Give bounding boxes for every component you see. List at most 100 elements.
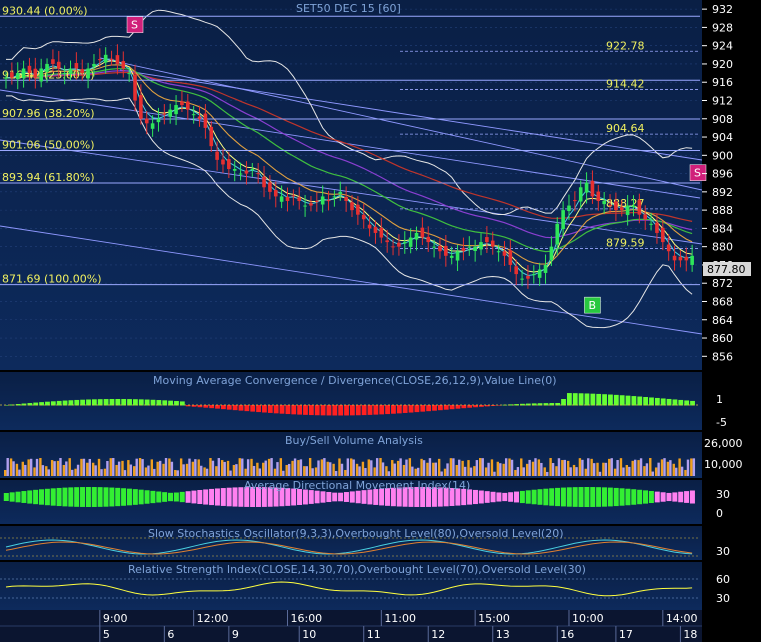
candle-body bbox=[385, 240, 389, 243]
buy-volume-bar bbox=[364, 468, 367, 476]
sell-volume-bar bbox=[690, 458, 693, 476]
buy-volume-bar bbox=[475, 460, 479, 476]
sell-volume-bar bbox=[68, 458, 71, 476]
buy-volume-bar bbox=[29, 458, 33, 476]
buy-volume-bar bbox=[147, 465, 150, 476]
macd-bar bbox=[350, 405, 355, 416]
adx-bar bbox=[684, 491, 690, 503]
macd-bar bbox=[391, 405, 396, 414]
y-tick-label: 892 bbox=[712, 186, 733, 199]
sell-volume-bar bbox=[80, 458, 83, 476]
adx-bar bbox=[361, 490, 367, 504]
adx-bar bbox=[537, 489, 543, 505]
sell-volume-bar bbox=[420, 458, 423, 476]
candle-body bbox=[285, 196, 290, 201]
sell-volume-bar bbox=[437, 458, 441, 476]
candle-body bbox=[150, 123, 155, 129]
buy-volume-bar bbox=[106, 460, 109, 476]
macd-bar bbox=[426, 405, 432, 412]
adx-bar bbox=[666, 492, 672, 502]
sell-volume-bar bbox=[660, 459, 664, 476]
sell-volume-bar bbox=[197, 459, 200, 476]
macd-bar bbox=[420, 405, 426, 412]
y-tick-label: 912 bbox=[712, 94, 733, 107]
candle-body bbox=[4, 77, 8, 79]
candle-body bbox=[655, 222, 659, 233]
sell-volume-bar bbox=[215, 466, 218, 476]
macd-bar bbox=[209, 405, 215, 409]
macd-bar bbox=[244, 405, 250, 412]
buy-volume-bar bbox=[393, 463, 396, 476]
candle-body bbox=[391, 246, 395, 248]
adx-bar bbox=[115, 487, 121, 507]
candle-body bbox=[578, 187, 583, 202]
buy-volume-bar bbox=[229, 470, 232, 476]
sell-volume-bar bbox=[179, 458, 183, 476]
sell-volume-bar bbox=[133, 466, 136, 476]
y-tick-label: 880 bbox=[712, 241, 733, 254]
candle-body bbox=[619, 207, 624, 211]
sell-volume-bar bbox=[303, 466, 306, 476]
candle-body bbox=[666, 244, 671, 252]
macd-bar bbox=[596, 393, 602, 406]
buy-volume-bar bbox=[82, 458, 86, 476]
adx-bar bbox=[320, 491, 326, 503]
volume-title: Buy/Sell Volume Analysis bbox=[285, 434, 423, 447]
day-tick-label: 13 bbox=[496, 628, 510, 641]
candle-body bbox=[338, 191, 343, 194]
buy-volume-bar bbox=[628, 466, 631, 476]
buy-volume-bar bbox=[311, 468, 314, 476]
time-tick-label: 14:00 bbox=[666, 612, 698, 625]
macd-bar bbox=[238, 405, 244, 411]
candle-body bbox=[51, 59, 55, 64]
buy-volume-bar bbox=[417, 467, 420, 476]
candle-body bbox=[227, 159, 231, 170]
candle-body bbox=[467, 246, 472, 248]
y-tick-label: 932 bbox=[712, 3, 733, 16]
candle-body bbox=[402, 242, 407, 244]
candle-body bbox=[426, 236, 431, 243]
buy-volume-bar bbox=[469, 467, 473, 476]
buy-volume-bar bbox=[182, 464, 185, 476]
candle-body bbox=[56, 61, 61, 69]
macd-bar bbox=[338, 405, 344, 416]
adx-bar bbox=[643, 490, 649, 504]
candle-body bbox=[15, 73, 20, 80]
macd-bar bbox=[86, 399, 91, 406]
buy-volume-bar bbox=[633, 459, 637, 476]
macd-bar bbox=[97, 399, 103, 406]
adx-bar bbox=[519, 490, 525, 504]
adx-bar bbox=[33, 489, 39, 505]
candle-body bbox=[596, 191, 601, 201]
adx-bar bbox=[502, 492, 508, 502]
fib-label-right: 922.78 bbox=[606, 39, 645, 52]
buy-volume-bar bbox=[493, 471, 496, 476]
sell-volume-bar bbox=[103, 468, 107, 476]
candle-body bbox=[537, 269, 542, 278]
macd-bar bbox=[297, 405, 303, 415]
sell-volume-bar bbox=[584, 468, 587, 476]
candle-body bbox=[191, 114, 196, 116]
sell-volume-bar bbox=[308, 458, 312, 476]
day-tick-label: 9 bbox=[232, 628, 239, 641]
macd-bar bbox=[285, 405, 291, 415]
adx-bar bbox=[226, 487, 232, 507]
macd-bar bbox=[332, 405, 338, 416]
sell-volume-bar bbox=[203, 467, 206, 476]
candle-body bbox=[86, 68, 90, 79]
macd-bar bbox=[256, 405, 261, 413]
adx-bar bbox=[97, 487, 103, 507]
sell-volume-bar bbox=[490, 459, 494, 476]
candle-body bbox=[215, 151, 219, 160]
sell-volume-bar bbox=[162, 463, 165, 476]
sell-volume-bar bbox=[432, 462, 435, 476]
sell-volume-bar bbox=[127, 460, 130, 476]
sell-volume-bar bbox=[549, 458, 552, 476]
adx-bar bbox=[74, 487, 80, 507]
sell-volume-bar bbox=[27, 459, 30, 476]
buy-volume-bar bbox=[117, 461, 121, 476]
sell-volume-bar bbox=[156, 461, 159, 476]
buy-volume-bar bbox=[299, 459, 303, 476]
macd-bar bbox=[578, 393, 584, 406]
stoch-tick-1: 30 bbox=[716, 545, 730, 558]
